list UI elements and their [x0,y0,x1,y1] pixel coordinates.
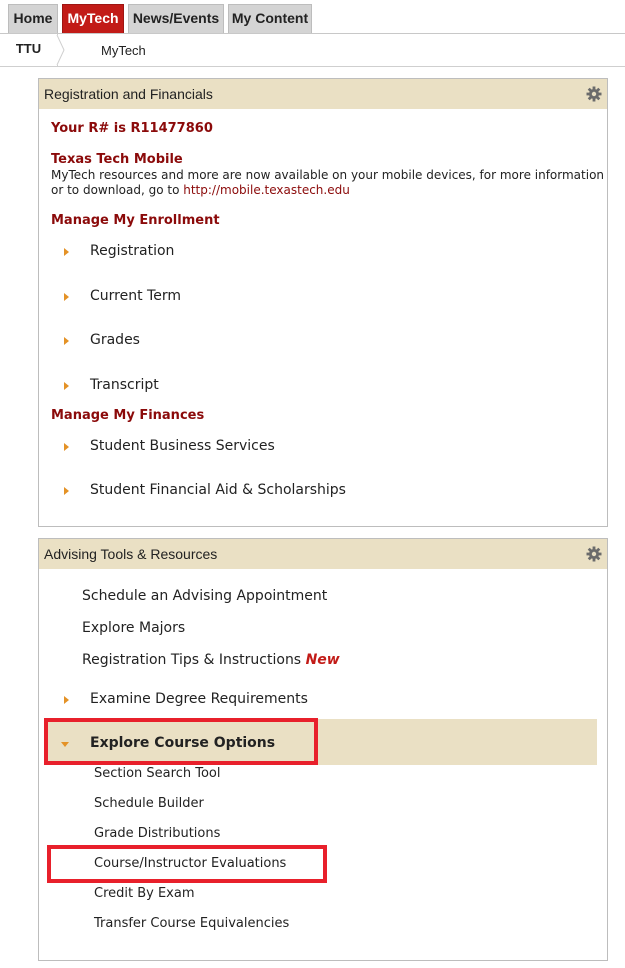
mobile-description-line2: or to download, go to http://mobile.texa… [51,183,350,198]
gear-icon[interactable] [586,546,602,562]
tab-my-content[interactable]: My Content [228,4,312,33]
portlet-header: Registration and Financials [39,79,607,109]
new-badge: New [305,652,340,668]
breadcrumb: TTU MyTech [0,34,625,67]
highlight-box [44,718,318,765]
grades-link[interactable]: Grades [90,332,140,348]
section-search-link[interactable]: Section Search Tool [94,766,220,781]
tab-news-events[interactable]: News/Events [128,4,224,33]
finances-heading: Manage My Finances [51,408,205,423]
triangle-right-icon [64,443,69,451]
explore-majors-link[interactable]: Explore Majors [82,620,185,636]
transfer-equivalencies-link[interactable]: Transfer Course Equivalencies [94,916,289,931]
breadcrumb-separator-icon [52,35,65,65]
registration-financials-portlet: Registration and Financials Your R# is R… [38,78,608,527]
tab-mytech[interactable]: MyTech [62,4,124,33]
current-term-link[interactable]: Current Term [90,288,181,304]
triangle-right-icon [64,382,69,390]
r-number-text: Your R# is R11477860 [51,121,213,136]
enrollment-heading: Manage My Enrollment [51,213,220,228]
registration-link[interactable]: Registration [90,243,174,259]
grade-distributions-link[interactable]: Grade Distributions [94,826,220,841]
portlet-title: Registration and Financials [44,86,213,102]
mobile-link[interactable]: http://mobile.texastech.edu [183,183,350,197]
triangle-right-icon [64,293,69,301]
financial-aid-link[interactable]: Student Financial Aid & Scholarships [90,482,346,498]
triangle-right-icon [64,487,69,495]
registration-tips-link[interactable]: Registration Tips & Instructions [82,652,301,668]
triangle-right-icon [64,248,69,256]
breadcrumb-current: MyTech [101,43,146,58]
registration-tips-row: Registration Tips & Instructions New [82,652,340,668]
triangle-right-icon [64,337,69,345]
mobile-heading: Texas Tech Mobile [51,152,183,167]
schedule-advising-link[interactable]: Schedule an Advising Appointment [82,588,327,604]
gear-icon[interactable] [586,86,602,102]
advising-tools-portlet: Advising Tools & Resources Schedule an A… [38,538,608,961]
student-business-services-link[interactable]: Student Business Services [90,438,275,454]
degree-requirements-link[interactable]: Examine Degree Requirements [90,691,308,707]
portlet-header: Advising Tools & Resources [39,539,607,569]
tab-home[interactable]: Home [8,4,58,33]
schedule-builder-link[interactable]: Schedule Builder [94,796,204,811]
breadcrumb-root[interactable]: TTU [0,34,58,66]
mobile-prefix-text: or to download, go to [51,183,184,197]
transcript-link[interactable]: Transcript [90,377,159,393]
portlet-title: Advising Tools & Resources [44,546,218,562]
mobile-description: MyTech resources and more are now availa… [51,168,605,182]
credit-by-exam-link[interactable]: Credit By Exam [94,886,195,901]
highlight-box [47,845,327,883]
triangle-right-icon [64,696,69,704]
main-tabs: Home MyTech News/Events My Content [0,0,625,34]
